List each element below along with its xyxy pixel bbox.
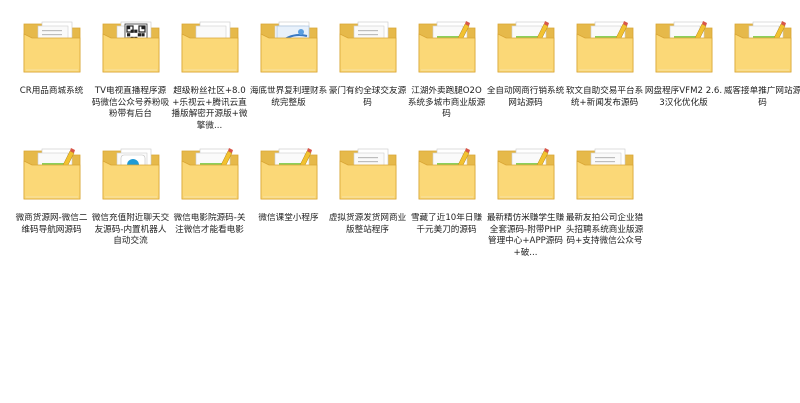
- folder-item[interactable]: 最新精仿米赚学生赚全套源码-附带PHP管理中心+APP源码+破...: [486, 137, 565, 264]
- folder-label: 雪藏了近10年日赚千元美刀的源码: [410, 213, 483, 235]
- folder-label: 最新友拍公司企业猎头招聘系统商业版源码+支持微信公众号: [565, 213, 644, 247]
- folder-icon: [336, 141, 400, 205]
- folder-label: 豪门有约全球交友源码: [328, 86, 407, 108]
- folder-icon: [573, 141, 637, 205]
- folder-icon: [731, 14, 795, 78]
- folder-item[interactable]: 雪藏了近10年日赚千元美刀的源码: [407, 137, 486, 264]
- folder-label: 全自动网商行销系统网站源码: [486, 86, 565, 108]
- folder-label: 微信课堂小程序: [258, 213, 319, 223]
- folder-icon: [415, 141, 479, 205]
- folder-label: 海底世界复利理财系统完整版: [249, 86, 328, 108]
- folder-label: 微信充值附近聊天交友源码-内置机器人自动交流: [91, 213, 170, 247]
- folder-icon: [652, 14, 716, 78]
- folder-item[interactable]: 网盘程序VFM2 2.6.3汉化优化版: [644, 10, 723, 137]
- folder-label: 江湖外卖跑腿O2O系统多城市商业版源码: [407, 86, 486, 120]
- folder-icon: [415, 14, 479, 78]
- folder-icon: [494, 14, 558, 78]
- folder-item[interactable]: 豪门有约全球交友源码: [328, 10, 407, 137]
- folder-icon: [20, 14, 84, 78]
- folder-item[interactable]: 微信充值附近聊天交友源码-内置机器人自动交流: [91, 137, 170, 264]
- folder-item[interactable]: 海底世界复利理财系统完整版: [249, 10, 328, 137]
- folder-label: TV电视直播程序源码微信公众号养粉吸粉带有后台: [91, 86, 170, 120]
- folder-item[interactable]: 微信电影院源码-关注微信才能看电影: [170, 137, 249, 264]
- folder-item[interactable]: 威客接单推广网站源码: [723, 10, 800, 137]
- folder-item[interactable]: 微信课堂小程序: [249, 137, 328, 264]
- folder-item[interactable]: 超级粉丝社区+8.0+乐视云+腾讯云直播版解密开源版+微擎微...: [170, 10, 249, 137]
- folder-label: 微信电影院源码-关注微信才能看电影: [173, 213, 246, 235]
- folder-label: 威客接单推广网站源码: [723, 86, 800, 108]
- folder-label: 超级粉丝社区+8.0+乐视云+腾讯云直播版解密开源版+微擎微...: [171, 86, 248, 131]
- folder-label: 虚拟货源发货网商业版整站程序: [328, 213, 407, 235]
- folder-label: 网盘程序VFM2 2.6.3汉化优化版: [644, 86, 723, 108]
- folder-item[interactable]: 全自动网商行销系统网站源码: [486, 10, 565, 137]
- folder-icon: [99, 14, 163, 78]
- folder-icon: [257, 141, 321, 205]
- folder-icon: [257, 14, 321, 78]
- folder-label: 微商货源网-微信二维码导航网源码: [15, 213, 88, 235]
- folder-icon: [99, 141, 163, 205]
- folder-icon: [336, 14, 400, 78]
- folder-item[interactable]: 软文自助交易平台系统+新闻发布源码: [565, 10, 644, 137]
- folder-item[interactable]: 虚拟货源发货网商业版整站程序: [328, 137, 407, 264]
- folder-item[interactable]: 最新友拍公司企业猎头招聘系统商业版源码+支持微信公众号: [565, 137, 644, 264]
- folder-item[interactable]: 微商货源网-微信二维码导航网源码: [12, 137, 91, 264]
- folder-icon: [494, 141, 558, 205]
- folder-icon: [20, 141, 84, 205]
- folder-icon: [573, 14, 637, 78]
- folder-item[interactable]: TV电视直播程序源码微信公众号养粉吸粉带有后台: [91, 10, 170, 137]
- folder-icon: [178, 141, 242, 205]
- file-grid: CR用品商城系统 TV电视直播程序源码微信公众号养粉吸粉带有后台 超级粉丝社区+8.…: [12, 10, 800, 264]
- folder-item[interactable]: CR用品商城系统: [12, 10, 91, 137]
- folder-item[interactable]: 江湖外卖跑腿O2O系统多城市商业版源码: [407, 10, 486, 137]
- folder-label: 软文自助交易平台系统+新闻发布源码: [565, 86, 644, 108]
- folder-label: 最新精仿米赚学生赚全套源码-附带PHP管理中心+APP源码+破...: [486, 213, 565, 258]
- folder-icon: [178, 14, 242, 78]
- folder-label: CR用品商城系统: [19, 86, 84, 96]
